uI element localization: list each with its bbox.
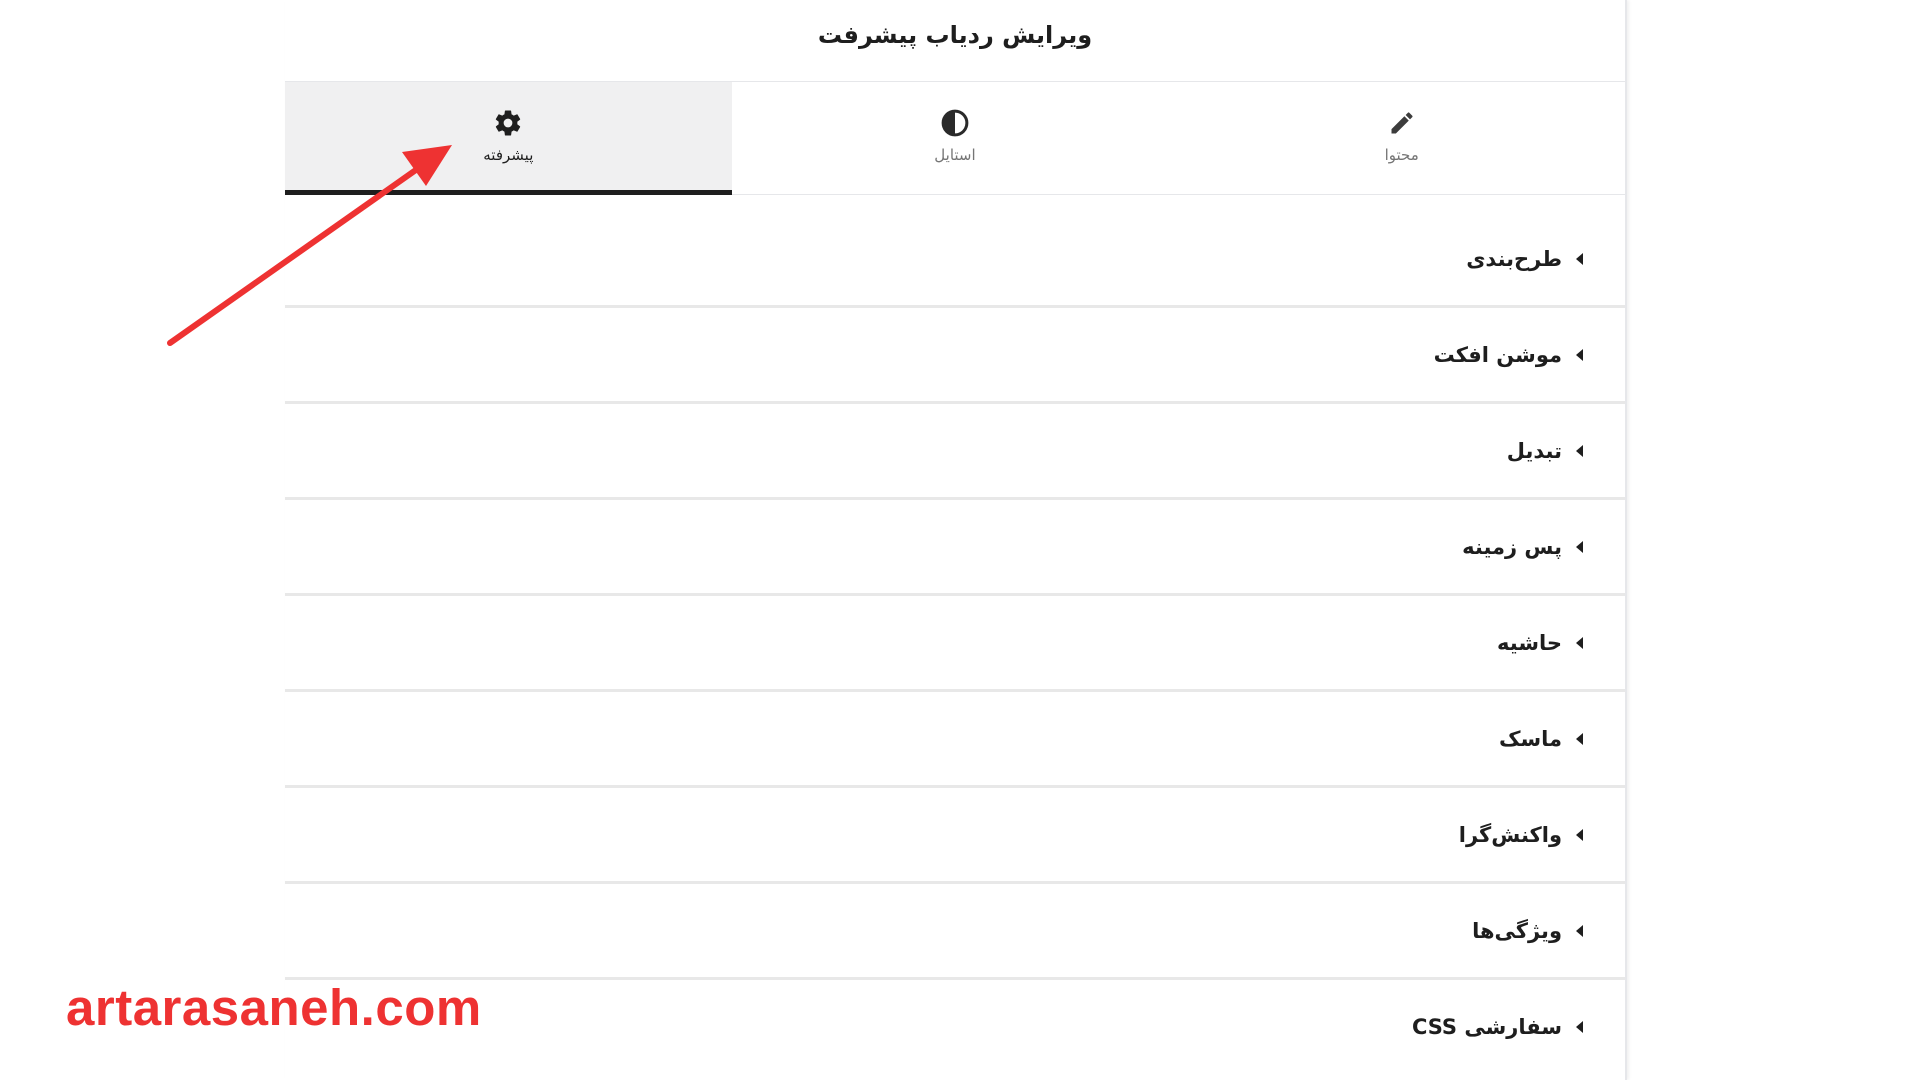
section-label: CSS سفارشی [1411, 1014, 1562, 1039]
section-transform[interactable]: تبدیل [285, 404, 1625, 500]
section-label: طرح‌بندی [1466, 246, 1562, 271]
section-responsive[interactable]: واکنش‌گرا [285, 788, 1625, 884]
section-label: واکنش‌گرا [1458, 822, 1562, 847]
section-label: تبدیل [1506, 438, 1562, 463]
tab-content[interactable]: محتوا [1178, 82, 1625, 194]
watermark-text: artarasaneh.com [66, 979, 482, 1036]
section-label: ماسک [1498, 726, 1562, 751]
section-layout[interactable]: طرح‌بندی [285, 212, 1625, 308]
stage: ویرایش ردیاب پیشرفت محتوا استایل پیشرفته… [0, 0, 1920, 1080]
caret-left-icon [1576, 444, 1583, 457]
panel-title: ویرایش ردیاب پیشرفت [817, 20, 1093, 49]
tab-content-label: محتوا [1384, 146, 1419, 164]
gear-icon [493, 108, 523, 138]
caret-left-icon [1576, 1020, 1583, 1033]
caret-left-icon [1576, 828, 1583, 841]
section-label: موشن افکت [1433, 342, 1562, 367]
editor-panel: ویرایش ردیاب پیشرفت محتوا استایل پیشرفته… [284, 0, 1627, 1080]
section-custom-css[interactable]: CSS سفارشی [285, 980, 1625, 1073]
tab-bar: محتوا استایل پیشرفته [284, 82, 1625, 195]
tab-style[interactable]: استایل [732, 82, 1179, 194]
caret-left-icon [1576, 924, 1583, 937]
caret-left-icon [1576, 636, 1583, 649]
section-border[interactable]: حاشیه [285, 596, 1625, 692]
section-list: طرح‌بندی موشن افکت تبدیل پس زمینه حاشیه … [285, 195, 1625, 1073]
section-motion-effects[interactable]: موشن افکت [285, 308, 1625, 404]
section-label: پس زمینه [1462, 534, 1562, 559]
tab-style-label: استایل [934, 146, 976, 164]
pencil-icon [1387, 108, 1417, 138]
section-mask[interactable]: ماسک [285, 692, 1625, 788]
section-label: حاشیه [1497, 630, 1562, 655]
caret-left-icon [1576, 540, 1583, 553]
tab-advanced-label: پیشرفته [483, 146, 534, 164]
section-attributes[interactable]: ویژگی‌ها [285, 884, 1625, 980]
contrast-icon [940, 108, 970, 138]
section-background[interactable]: پس زمینه [285, 500, 1625, 596]
caret-left-icon [1576, 252, 1583, 265]
tab-advanced[interactable]: پیشرفته [284, 82, 732, 195]
panel-header: ویرایش ردیاب پیشرفت [285, 0, 1625, 82]
section-label: ویژگی‌ها [1472, 918, 1562, 943]
caret-left-icon [1576, 732, 1583, 745]
caret-left-icon [1576, 348, 1583, 361]
